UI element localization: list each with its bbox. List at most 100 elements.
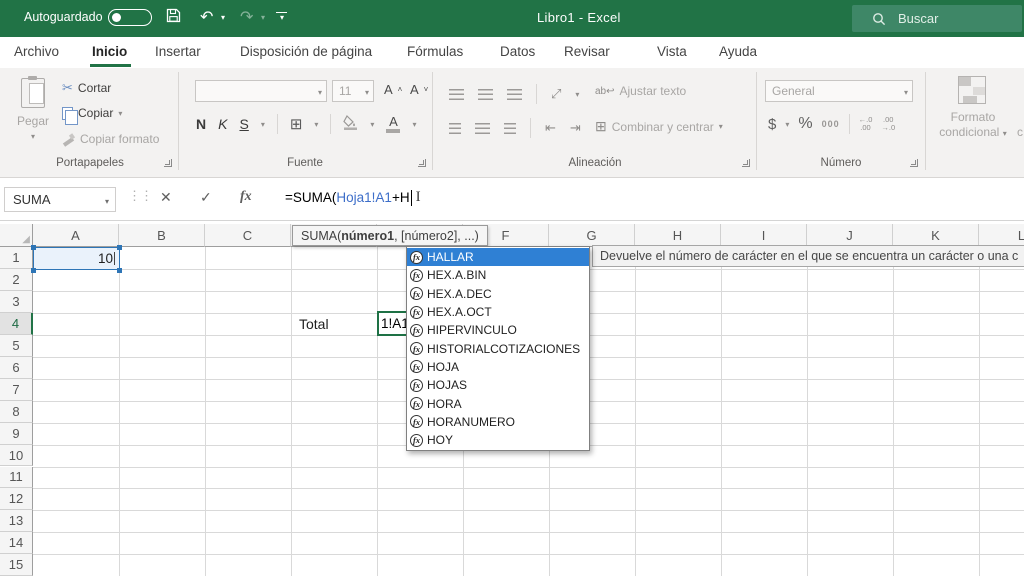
undo-dropdown-icon[interactable]: ▾ (221, 13, 225, 22)
function-list-item[interactable]: fxHEX.A.DEC (407, 285, 589, 303)
tab-inicio[interactable]: Inicio (92, 44, 127, 59)
row-header-10[interactable]: 10 (0, 445, 33, 467)
bold-button[interactable]: N (196, 116, 206, 132)
undo-icon[interactable]: ↶ (200, 7, 213, 29)
worksheet-grid[interactable]: ◢ ABCDEFGHIJKL 123456789101112131415 10 … (0, 222, 1024, 576)
function-list-item[interactable]: fxHOJAS (407, 376, 589, 394)
row-header-15[interactable]: 15 (0, 554, 33, 576)
shrink-font-button[interactable]: A˅ (410, 82, 428, 97)
column-header-a[interactable]: A (33, 224, 119, 247)
increase-decimal-icon[interactable]: ←.0 .00 (859, 116, 873, 132)
function-list-item[interactable]: fxHOY (407, 431, 589, 449)
decrease-decimal-icon[interactable]: .00 →.0 (881, 116, 895, 132)
fill-color-button[interactable] (343, 115, 358, 133)
row-header-12[interactable]: 12 (0, 488, 33, 510)
column-header-h[interactable]: H (635, 224, 721, 247)
grow-font-button[interactable]: A˄ (384, 82, 402, 97)
currency-icon[interactable]: $ (768, 116, 776, 133)
copy-button[interactable]: Copiar ▾ (62, 106, 122, 120)
customize-quick-access-icon[interactable]: ▾ (276, 12, 288, 21)
font-color-dropdown-icon[interactable]: ▾ (412, 120, 416, 129)
row-header-13[interactable]: 13 (0, 510, 33, 532)
alignment-dialog-launcher-icon[interactable] (742, 159, 750, 167)
orientation-icon[interactable]: ⤢ (551, 86, 561, 102)
row-header-8[interactable]: 8 (0, 401, 33, 423)
tab-vista[interactable]: Vista (657, 44, 687, 59)
cancel-icon[interactable]: ✕ (160, 189, 172, 206)
increase-indent-icon[interactable]: ⇥ (570, 120, 581, 136)
tab-insertar[interactable]: Insertar (155, 44, 201, 59)
enter-icon[interactable]: ✓ (200, 189, 212, 206)
comma-style-icon[interactable]: 000 (822, 119, 840, 129)
tab-ayuda[interactable]: Ayuda (719, 44, 757, 59)
function-list-item[interactable]: fxHEX.A.OCT (407, 303, 589, 321)
cut-button[interactable]: ✂ Cortar (62, 80, 111, 96)
percent-icon[interactable]: % (798, 115, 812, 133)
italic-button[interactable]: K (218, 116, 227, 132)
row-header-5[interactable]: 5 (0, 335, 33, 357)
row-header-6[interactable]: 6 (0, 357, 33, 379)
align-center-icon[interactable] (475, 123, 490, 134)
currency-dropdown-icon[interactable]: ▾ (785, 120, 789, 129)
function-list-item[interactable]: fxHIPERVINCULO (407, 321, 589, 339)
row-header-7[interactable]: 7 (0, 379, 33, 401)
align-bottom-icon[interactable] (507, 89, 522, 100)
cell-d4[interactable]: Total (292, 313, 377, 335)
column-header-j[interactable]: J (807, 224, 893, 247)
formula-input[interactable]: =SUMA(Hoja1!A1+H I (285, 189, 421, 206)
row-header-2[interactable]: 2 (0, 269, 33, 291)
tab-archivo[interactable]: Archivo (14, 44, 59, 59)
column-header-g[interactable]: G (549, 224, 635, 247)
number-dialog-launcher-icon[interactable] (910, 159, 918, 167)
reference-handle-top-right[interactable] (117, 245, 122, 250)
row-header-3[interactable]: 3 (0, 291, 33, 313)
underline-button[interactable]: S (239, 116, 248, 132)
row-header-11[interactable]: 11 (0, 467, 33, 489)
function-list-item[interactable]: fxHISTORIALCOTIZACIONES (407, 339, 589, 357)
save-icon[interactable] (166, 8, 181, 30)
copy-dropdown-icon[interactable]: ▾ (118, 109, 122, 118)
number-format-combobox[interactable]: General ▾ (765, 80, 913, 102)
align-left-icon[interactable] (449, 123, 461, 134)
tab-formulas[interactable]: Fórmulas (407, 44, 463, 59)
function-list-item[interactable]: fxHORA (407, 394, 589, 412)
fill-color-dropdown-icon[interactable]: ▾ (370, 120, 374, 129)
tab-datos[interactable]: Datos (500, 44, 535, 59)
align-middle-icon[interactable] (478, 89, 493, 100)
clipboard-dialog-launcher-icon[interactable] (164, 159, 172, 167)
name-box[interactable]: SUMA ▾ (4, 187, 116, 212)
column-header-i[interactable]: I (721, 224, 807, 247)
function-list-item[interactable]: fxHOJA (407, 358, 589, 376)
row-header-9[interactable]: 9 (0, 423, 33, 445)
decrease-indent-icon[interactable]: ⇤ (545, 120, 556, 136)
function-autocomplete-list[interactable]: fxHALLARfxHEX.A.BINfxHEX.A.DECfxHEX.A.OC… (406, 246, 590, 451)
row-header-4[interactable]: 4 (0, 313, 33, 335)
align-right-icon[interactable] (504, 123, 516, 134)
tab-revisar[interactable]: Revisar (564, 44, 610, 59)
font-size-combobox[interactable]: 11 ▾ (332, 80, 374, 102)
borders-dropdown-icon[interactable]: ▾ (314, 120, 318, 129)
row-header-1[interactable]: 1 (0, 247, 33, 269)
font-dialog-launcher-icon[interactable] (418, 159, 426, 167)
column-header-l[interactable]: L (979, 224, 1024, 247)
insert-function-icon[interactable]: fx (240, 189, 252, 205)
column-header-b[interactable]: B (119, 224, 205, 247)
name-box-dropdown-icon[interactable]: ▾ (105, 197, 109, 206)
paste-button[interactable]: Pegar ▾ (10, 76, 56, 156)
autosave-toggle[interactable] (108, 9, 152, 26)
function-list-item[interactable]: fxHALLAR (407, 248, 589, 266)
font-name-combobox[interactable]: ▾ (195, 80, 327, 102)
align-top-icon[interactable] (449, 89, 464, 100)
reference-handle-bottom-left[interactable] (31, 268, 36, 273)
column-header-k[interactable]: K (893, 224, 979, 247)
tab-disposicion-de-pagina[interactable]: Disposición de página (240, 44, 372, 59)
search-box[interactable]: Buscar (852, 5, 1022, 32)
formula-bar-grip-icon[interactable]: ⋮⋮ (128, 188, 152, 204)
paste-dropdown-icon[interactable]: ▾ (31, 132, 35, 141)
orientation-dropdown-icon[interactable]: ▾ (575, 90, 579, 99)
font-color-button[interactable]: A (386, 116, 400, 133)
select-all-button[interactable]: ◢ (0, 224, 33, 247)
reference-handle-bottom-right[interactable] (117, 268, 122, 273)
function-list-item[interactable]: fxHORANUMERO (407, 413, 589, 431)
cell-a1[interactable]: 10 (33, 247, 120, 270)
